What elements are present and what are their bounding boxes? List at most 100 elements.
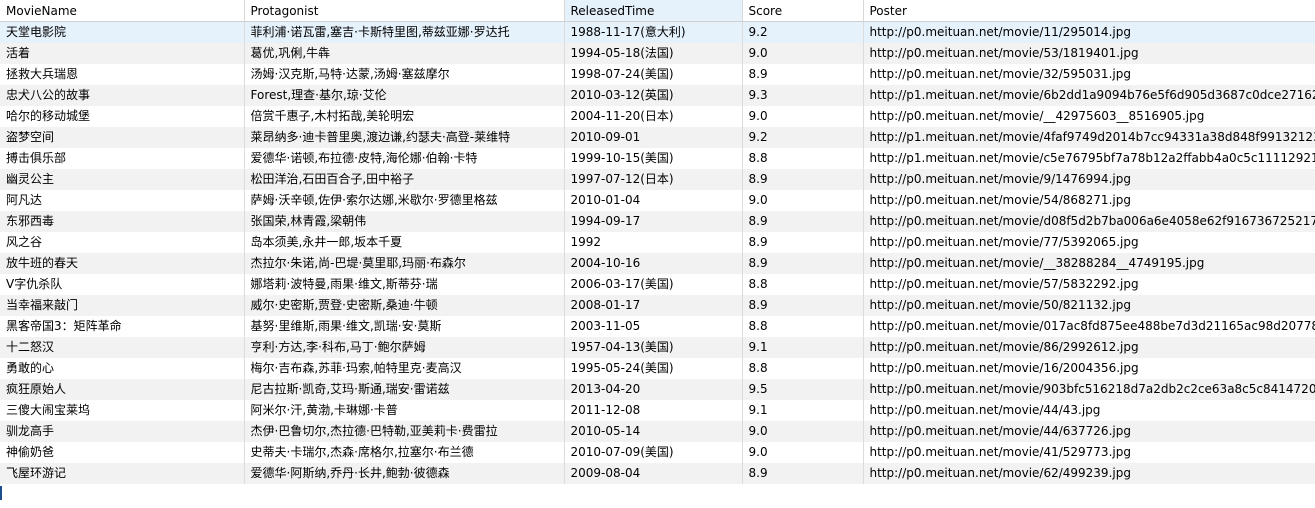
cell-releasedtime[interactable]: 2010-01-04 xyxy=(564,190,743,211)
cell-poster[interactable]: http://p0.meituan.net/movie/9/1476994.jp… xyxy=(863,169,1315,190)
table-row[interactable]: 阿凡达 萨姆·沃辛顿,佐伊·索尔达娜,米歇尔·罗德里格兹 2010-01-04 9.0… xyxy=(0,190,1315,211)
cell-score[interactable]: 8.8 xyxy=(742,358,864,379)
cell-score[interactable]: 8.9 xyxy=(742,169,864,190)
cell-protagonist[interactable]: 威尔·史密斯,贾登·史密斯,桑迪·牛顿 xyxy=(244,295,565,316)
cell-poster[interactable]: http://p0.meituan.net/movie/11/295014.jp… xyxy=(863,21,1315,43)
cell-moviename[interactable]: 当幸福来敲门 xyxy=(0,295,245,316)
cell-poster[interactable]: http://p1.meituan.net/movie/4faf9749d201… xyxy=(863,127,1315,148)
column-header-protagonist[interactable]: Protagonist xyxy=(244,0,565,22)
cell-releasedtime[interactable]: 1994-09-17 xyxy=(564,211,743,232)
cell-score[interactable]: 9.0 xyxy=(742,106,864,127)
table-row[interactable]: 驯龙高手 杰伊·巴鲁切尔,杰拉德·巴特勒,亚美莉卡·费雷拉 2010-05-14 9.… xyxy=(0,421,1315,442)
cell-score[interactable]: 9.1 xyxy=(742,337,864,358)
cell-poster[interactable]: http://p1.meituan.net/movie/c5e76795bf7a… xyxy=(863,148,1315,169)
cell-moviename[interactable]: 十二怒汉 xyxy=(0,337,245,358)
cell-poster[interactable]: http://p0.meituan.net/movie/57/5832292.j… xyxy=(863,274,1315,295)
cell-releasedtime[interactable]: 1999-10-15(美国) xyxy=(564,148,743,169)
cell-moviename[interactable]: 忠犬八公的故事 xyxy=(0,85,245,106)
cell-moviename[interactable]: 阿凡达 xyxy=(0,190,245,211)
table-row[interactable]: 活着 葛优,巩俐,牛犇 1994-05-18(法国) 9.0 http://p0.mei… xyxy=(0,43,1315,64)
cell-releasedtime[interactable]: 2010-07-09(美国) xyxy=(564,442,743,463)
column-header-releasedtime[interactable]: ReleasedTime xyxy=(564,0,743,22)
cell-poster[interactable]: http://p0.meituan.net/movie/903bfc516218… xyxy=(863,379,1315,400)
cell-protagonist[interactable]: 杰伊·巴鲁切尔,杰拉德·巴特勒,亚美莉卡·费雷拉 xyxy=(244,421,565,442)
cell-score[interactable]: 9.5 xyxy=(742,379,864,400)
table-row[interactable]: 盗梦空间 莱昂纳多·迪卡普里奥,渡边谦,约瑟夫·高登-莱维特 2010-09-01 9… xyxy=(0,127,1315,148)
cell-moviename[interactable]: 勇敢的心 xyxy=(0,358,245,379)
cell-moviename[interactable]: 哈尔的移动城堡 xyxy=(0,106,245,127)
cell-poster[interactable]: http://p0.meituan.net/movie/54/868271.jp… xyxy=(863,190,1315,211)
cell-score[interactable]: 9.0 xyxy=(742,442,864,463)
cell-releasedtime[interactable]: 1992 xyxy=(564,232,743,253)
cell-poster[interactable]: http://p0.meituan.net/movie/62/499239.jp… xyxy=(863,463,1315,484)
cell-moviename[interactable]: 搏击俱乐部 xyxy=(0,148,245,169)
cell-score[interactable]: 8.8 xyxy=(742,316,864,337)
cell-moviename[interactable]: V字仇杀队 xyxy=(0,274,245,295)
table-row[interactable]: 黑客帝国3：矩阵革命 基努·里维斯,雨果·维文,凯瑞·安·莫斯 2003-11-05… xyxy=(0,316,1315,337)
cell-protagonist[interactable]: 汤姆·汉克斯,马特·达蒙,汤姆·塞兹摩尔 xyxy=(244,64,565,85)
cell-releasedtime[interactable]: 1994-05-18(法国) xyxy=(564,43,743,64)
cell-releasedtime[interactable]: 2004-10-16 xyxy=(564,253,743,274)
cell-poster[interactable]: http://p0.meituan.net/movie/44/43.jpg xyxy=(863,400,1315,421)
cell-poster[interactable]: http://p0.meituan.net/movie/16/2004356.j… xyxy=(863,358,1315,379)
cell-moviename[interactable]: 风之谷 xyxy=(0,232,245,253)
table-row[interactable]: V字仇杀队 娜塔莉·波特曼,雨果·维文,斯蒂芬·瑞 2006-03-17(美国) 8.… xyxy=(0,274,1315,295)
cell-poster[interactable]: http://p0.meituan.net/movie/86/2992612.j… xyxy=(863,337,1315,358)
cell-poster[interactable]: http://p0.meituan.net/movie/__42975603__… xyxy=(863,106,1315,127)
column-header-poster[interactable]: Poster xyxy=(863,0,1315,22)
cell-poster[interactable]: http://p0.meituan.net/movie/44/637726.jp… xyxy=(863,421,1315,442)
cell-protagonist[interactable]: Forest,理查·基尔,琼·艾伦 xyxy=(244,85,565,106)
cell-poster[interactable]: http://p0.meituan.net/movie/32/595031.jp… xyxy=(863,64,1315,85)
table-row[interactable]: 三傻大闹宝莱坞 阿米尔·汗,黄渤,卡琳娜·卡普 2011-12-08 9.1 http:… xyxy=(0,400,1315,421)
cell-releasedtime[interactable]: 2008-01-17 xyxy=(564,295,743,316)
data-grid[interactable]: MovieName Protagonist ReleasedTime Score… xyxy=(0,0,1315,508)
cell-protagonist[interactable]: 基努·里维斯,雨果·维文,凯瑞·安·莫斯 xyxy=(244,316,565,337)
cell-poster[interactable]: http://p0.meituan.net/movie/017ac8fd875e… xyxy=(863,316,1315,337)
cell-protagonist[interactable]: 张国荣,林青霞,梁朝伟 xyxy=(244,211,565,232)
cell-releasedtime[interactable]: 2009-08-04 xyxy=(564,463,743,484)
cell-releasedtime[interactable]: 1997-07-12(日本) xyxy=(564,169,743,190)
cell-releasedtime[interactable]: 2010-05-14 xyxy=(564,421,743,442)
table-row[interactable]: 幽灵公主 松田洋治,石田百合子,田中裕子 1997-07-12(日本) 8.9 http… xyxy=(0,169,1315,190)
cell-protagonist[interactable]: 杰拉尔·朱诺,尚-巴堤·莫里耶,玛丽·布森尔 xyxy=(244,253,565,274)
cell-score[interactable]: 8.8 xyxy=(742,148,864,169)
cell-moviename[interactable]: 三傻大闹宝莱坞 xyxy=(0,400,245,421)
cell-protagonist[interactable]: 倍赏千惠子,木村拓哉,美轮明宏 xyxy=(244,106,565,127)
table-row[interactable]: 十二怒汉 亨利·方达,李·科布,马丁·鲍尔萨姆 1957-04-13(美国) 9.1 h… xyxy=(0,337,1315,358)
cell-moviename[interactable]: 飞屋环游记 xyxy=(0,463,245,484)
cell-score[interactable]: 9.2 xyxy=(742,21,864,43)
table-row[interactable]: 忠犬八公的故事 Forest,理查·基尔,琼·艾伦 2010-03-12(英国) 9.… xyxy=(0,85,1315,106)
cell-moviename[interactable]: 放牛班的春天 xyxy=(0,253,245,274)
table-row[interactable]: 当幸福来敲门 威尔·史密斯,贾登·史密斯,桑迪·牛顿 2008-01-17 8.9 ht… xyxy=(0,295,1315,316)
cell-protagonist[interactable]: 莱昂纳多·迪卡普里奥,渡边谦,约瑟夫·高登-莱维特 xyxy=(244,127,565,148)
cell-protagonist[interactable]: 亨利·方达,李·科布,马丁·鲍尔萨姆 xyxy=(244,337,565,358)
cell-score[interactable]: 8.8 xyxy=(742,274,864,295)
cell-moviename[interactable]: 天堂电影院 xyxy=(0,21,245,43)
cell-score[interactable]: 8.9 xyxy=(742,64,864,85)
cell-score[interactable]: 8.9 xyxy=(742,253,864,274)
cell-protagonist[interactable]: 岛本须美,永井一郎,坂本千夏 xyxy=(244,232,565,253)
cell-moviename[interactable]: 神偷奶爸 xyxy=(0,442,245,463)
cell-moviename[interactable]: 黑客帝国3：矩阵革命 xyxy=(0,316,245,337)
cell-releasedtime[interactable]: 2010-09-01 xyxy=(564,127,743,148)
cell-releasedtime[interactable]: 1957-04-13(美国) xyxy=(564,337,743,358)
table-row[interactable]: 勇敢的心 梅尔·吉布森,苏菲·玛索,帕特里克·麦高汉 1995-05-24(美国) 8… xyxy=(0,358,1315,379)
cell-protagonist[interactable]: 葛优,巩俐,牛犇 xyxy=(244,43,565,64)
table-row[interactable]: 疯狂原始人 尼古拉斯·凯奇,艾玛·斯通,瑞安·雷诺兹 2013-04-20 9.5 ht… xyxy=(0,379,1315,400)
cell-moviename[interactable]: 盗梦空间 xyxy=(0,127,245,148)
cell-releasedtime[interactable]: 2010-03-12(英国) xyxy=(564,85,743,106)
cell-moviename[interactable]: 驯龙高手 xyxy=(0,421,245,442)
table-row[interactable]: 风之谷 岛本须美,永井一郎,坂本千夏 1992 8.9 http://p0.meitua… xyxy=(0,232,1315,253)
cell-moviename[interactable]: 疯狂原始人 xyxy=(0,379,245,400)
cell-score[interactable]: 9.3 xyxy=(742,85,864,106)
cell-poster[interactable]: http://p1.meituan.net/movie/6b2dd1a9094b… xyxy=(863,85,1315,106)
cell-releasedtime[interactable]: 1995-05-24(美国) xyxy=(564,358,743,379)
cell-releasedtime[interactable]: 1988-11-17(意大利) xyxy=(564,21,743,43)
table-row[interactable]: 拯救大兵瑞恩 汤姆·汉克斯,马特·达蒙,汤姆·塞兹摩尔 1998-07-24(美国)… xyxy=(0,64,1315,85)
cell-poster[interactable]: http://p0.meituan.net/movie/53/1819401.j… xyxy=(863,43,1315,64)
table-row[interactable]: 东邪西毒 张国荣,林青霞,梁朝伟 1994-09-17 8.9 http://p0.me… xyxy=(0,211,1315,232)
cell-protagonist[interactable]: 松田洋治,石田百合子,田中裕子 xyxy=(244,169,565,190)
cell-score[interactable]: 9.0 xyxy=(742,190,864,211)
column-header-moviename[interactable]: MovieName xyxy=(0,0,245,22)
cell-protagonist[interactable]: 爱德华·诺顿,布拉德·皮特,海伦娜·伯翰·卡特 xyxy=(244,148,565,169)
